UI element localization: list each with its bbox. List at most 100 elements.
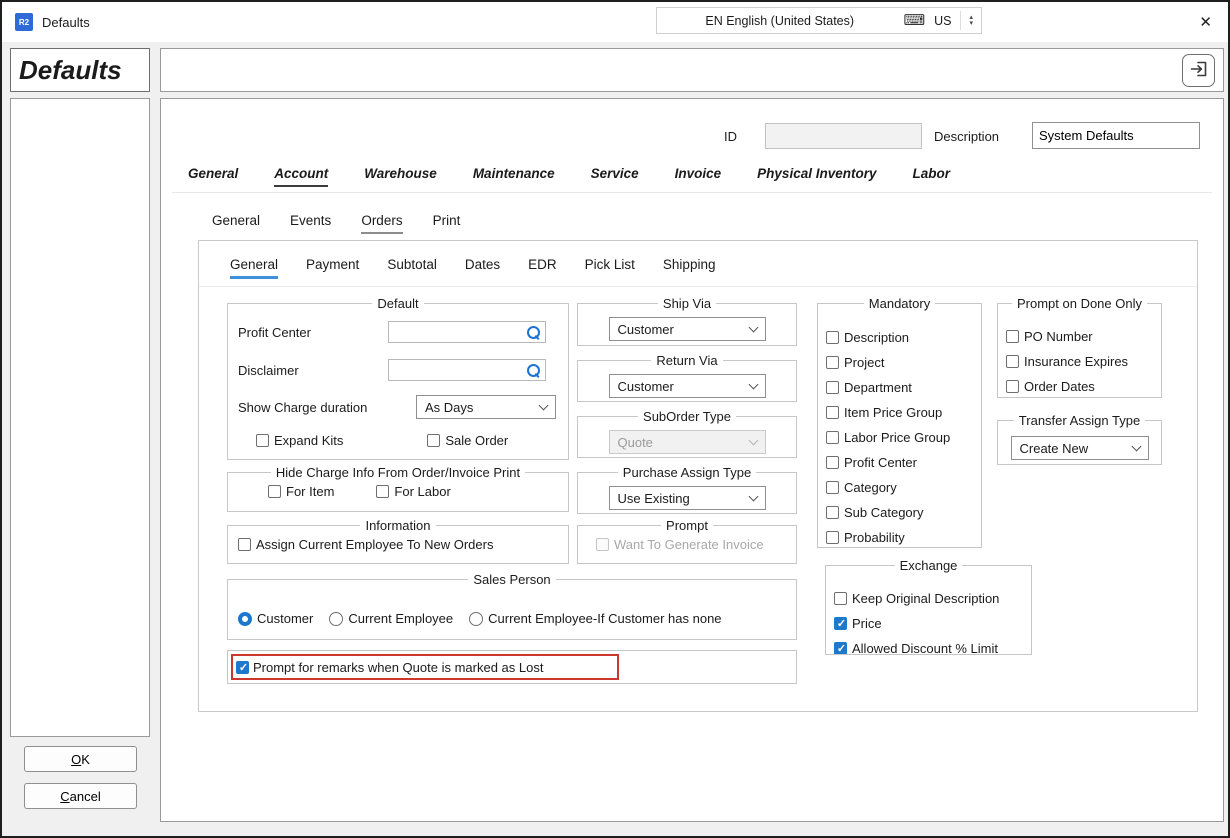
exit-icon [1189, 59, 1209, 82]
keep-original-description-checkbox[interactable] [834, 592, 847, 605]
tab-labor[interactable]: Labor [912, 166, 950, 187]
sale-order-checkbox[interactable] [427, 434, 440, 447]
ship-via-value: Customer [618, 322, 674, 337]
mandatory-probability-checkbox[interactable] [826, 531, 839, 544]
ship-via-group: Ship Via Customer [577, 296, 797, 346]
expand-kits-checkbox[interactable] [256, 434, 269, 447]
insurance-expires-checkbox[interactable] [1006, 355, 1019, 368]
radio-current-employee-if-none[interactable] [469, 612, 483, 626]
price-checkbox[interactable] [834, 617, 847, 630]
mandatory-item-price-group-checkbox[interactable] [826, 406, 839, 419]
expand-kits-label: Expand Kits [274, 433, 343, 448]
ship-via-select[interactable]: Customer [609, 317, 766, 341]
page-title: Defaults [10, 48, 150, 92]
checkbox-label: Order Dates [1024, 379, 1095, 394]
innertab-payment[interactable]: Payment [306, 257, 359, 279]
default-group: Default Profit Center Disclaimer Show Ch… [227, 296, 569, 460]
close-button[interactable]: ✕ [1199, 13, 1212, 31]
title-bar: R2 Defaults EN English (United States) ⌨… [2, 2, 1228, 42]
checkbox-label: Category [844, 480, 897, 495]
radio-customer[interactable] [238, 612, 252, 626]
hide-charge-group: Hide Charge Info From Order/Invoice Prin… [227, 465, 569, 512]
transfer-assign-type-select[interactable]: Create New [1011, 436, 1149, 460]
innertab-shipping[interactable]: Shipping [663, 257, 716, 279]
suborder-type-group-title: SubOrder Type [638, 409, 736, 424]
subtab-print[interactable]: Print [433, 213, 461, 234]
show-charge-duration-value: As Days [425, 400, 473, 415]
lost-quote-checkbox[interactable] [236, 661, 249, 674]
innertab-edr[interactable]: EDR [528, 257, 557, 279]
disclaimer-input[interactable] [388, 359, 546, 381]
innertab-general[interactable]: General [230, 257, 278, 279]
search-icon[interactable] [526, 325, 541, 340]
mandatory-sub-category-checkbox[interactable] [826, 506, 839, 519]
tab-invoice[interactable]: Invoice [675, 166, 722, 187]
exit-button[interactable] [1182, 54, 1215, 87]
checkbox-label: Profit Center [844, 455, 917, 470]
return-via-select[interactable]: Customer [609, 374, 766, 398]
tab-physical-inventory[interactable]: Physical Inventory [757, 166, 876, 187]
profit-center-field[interactable] [393, 322, 526, 342]
mandatory-department-checkbox[interactable] [826, 381, 839, 394]
transfer-assign-type-group: Transfer Assign Type Create New [997, 413, 1162, 465]
tab-service[interactable]: Service [591, 166, 639, 187]
checkbox-label: Item Price Group [844, 405, 942, 420]
for-item-checkbox[interactable] [268, 485, 281, 498]
language-options-icon[interactable]: ▴▾ [960, 11, 973, 30]
innertab-subtotal[interactable]: Subtotal [387, 257, 437, 279]
return-via-group: Return Via Customer [577, 353, 797, 402]
po-number-checkbox[interactable] [1006, 330, 1019, 343]
mandatory-description-checkbox[interactable] [826, 331, 839, 344]
mandatory-labor-price-group-checkbox[interactable] [826, 431, 839, 444]
radio-current-employee[interactable] [329, 612, 343, 626]
language-label[interactable]: EN English (United States) [665, 14, 894, 28]
tab-maintenance[interactable]: Maintenance [473, 166, 555, 187]
subtab-events[interactable]: Events [290, 213, 331, 234]
assign-current-employee-checkbox[interactable] [238, 538, 251, 551]
description-field[interactable] [1032, 122, 1200, 149]
language-bar[interactable]: EN English (United States) ⌨ US ▴▾ [656, 7, 982, 34]
disclaimer-field[interactable] [393, 360, 526, 380]
subtab-general[interactable]: General [212, 213, 260, 234]
exchange-group: Exchange Keep Original Description Price… [825, 558, 1032, 655]
return-via-value: Customer [618, 379, 674, 394]
chevron-down-icon [748, 491, 758, 501]
chevron-down-icon [539, 400, 549, 410]
checkbox-label: Labor Price Group [844, 430, 950, 445]
radio-current-employee-if-none-label: Current Employee-If Customer has none [488, 611, 721, 626]
chevron-down-icon [748, 322, 758, 332]
highlight-annotation: Prompt for remarks when Quote is marked … [231, 654, 619, 680]
sub-tab-bar: General Events Orders Print [212, 213, 460, 234]
cancel-button[interactable]: Cancel [24, 783, 137, 809]
show-charge-duration-select[interactable]: As Days [416, 395, 556, 419]
tab-warehouse[interactable]: Warehouse [364, 166, 437, 187]
search-icon[interactable] [526, 363, 541, 378]
allowed-discount-limit-checkbox[interactable] [834, 642, 847, 655]
mandatory-project-checkbox[interactable] [826, 356, 839, 369]
sale-order-label: Sale Order [445, 433, 508, 448]
keyboard-layout-label[interactable]: US [934, 14, 951, 28]
mandatory-profit-center-checkbox[interactable] [826, 456, 839, 469]
tab-general[interactable]: General [188, 166, 238, 187]
for-labor-label: For Labor [394, 484, 450, 499]
subtab-orders[interactable]: Orders [361, 213, 402, 234]
purchase-assign-type-select[interactable]: Use Existing [609, 486, 766, 510]
left-list-panel [10, 98, 150, 737]
mandatory-category-checkbox[interactable] [826, 481, 839, 494]
innertab-pick-list[interactable]: Pick List [585, 257, 635, 279]
profit-center-input[interactable] [388, 321, 546, 343]
keyboard-icon[interactable]: ⌨ [903, 13, 925, 28]
ship-via-group-title: Ship Via [658, 296, 716, 311]
purchase-assign-type-value: Use Existing [618, 491, 690, 506]
want-generate-invoice-label: Want To Generate Invoice [614, 537, 764, 552]
checkbox-label: Project [844, 355, 884, 370]
checkbox-label: Allowed Discount % Limit [852, 641, 998, 655]
ok-button[interactable]: OK [24, 746, 137, 772]
for-labor-checkbox[interactable] [376, 485, 389, 498]
tab-account[interactable]: Account [274, 166, 328, 187]
innertab-dates[interactable]: Dates [465, 257, 500, 279]
lost-quote-box: Prompt for remarks when Quote is marked … [227, 650, 797, 684]
order-dates-checkbox[interactable] [1006, 380, 1019, 393]
prompt-group-title: Prompt [661, 518, 713, 533]
return-via-group-title: Return Via [651, 353, 722, 368]
